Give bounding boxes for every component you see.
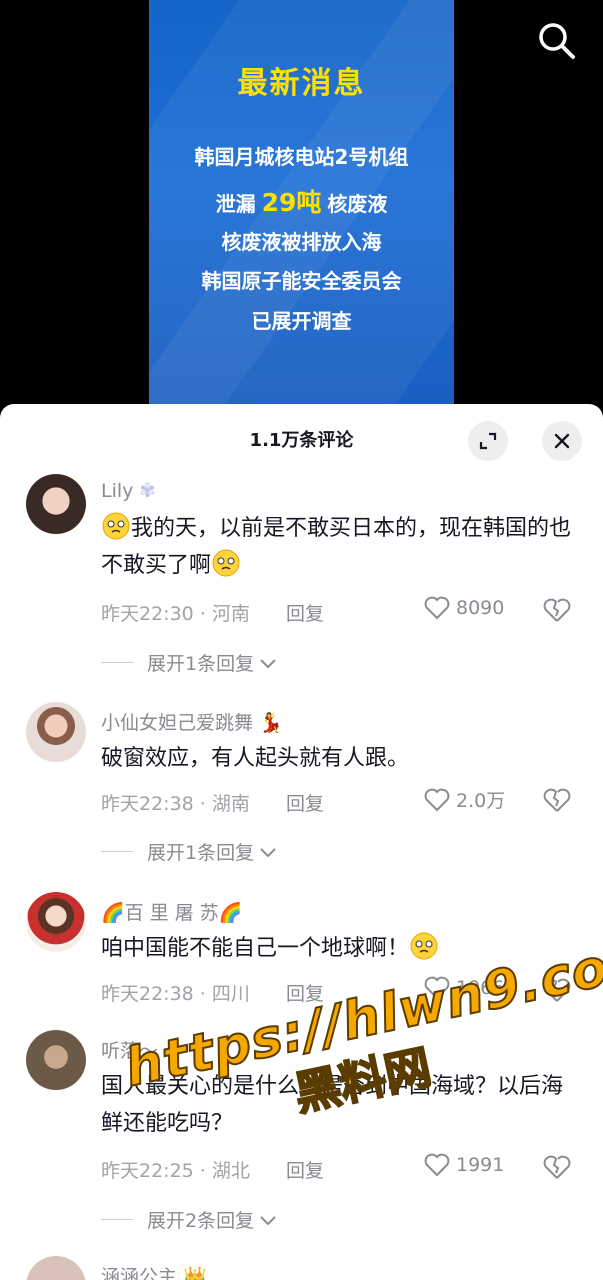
reply-button[interactable]: 回复 — [286, 599, 324, 626]
chevron-down-icon — [260, 847, 276, 857]
avatar[interactable] — [26, 1030, 86, 1090]
expand-replies[interactable]: 展开1条回复 — [101, 838, 278, 865]
comment-text: 国人最关心的是什么？是否到中国海域？以后海鲜还能吃吗？ — [101, 1074, 564, 1136]
news-line: 韩国月城核电站2号机组 — [194, 145, 409, 169]
news-card: 最新消息 韩国月城核电站2号机组 泄漏 29吨 核废液 核废液被排放入海 韩国原子能… — [149, 0, 454, 410]
news-line-leak: 泄漏 29吨 核废液 — [149, 183, 454, 219]
leak-suffix: 核废液 — [327, 192, 388, 216]
like-button[interactable]: 1991 — [424, 1153, 504, 1177]
comment-meta: 昨天22:25 · 湖北 — [101, 1160, 250, 1182]
reply-button[interactable]: 回复 — [286, 789, 324, 816]
teary-face-emoji-icon — [212, 549, 240, 577]
comment-text: 我的天，以前是不敢买日本的，现在韩国的也不敢买了啊 — [101, 510, 571, 584]
broken-heart-icon[interactable] — [543, 978, 571, 1004]
username[interactable]: 涵涵公主 👑 — [101, 1262, 207, 1280]
close-button[interactable] — [542, 421, 582, 461]
teary-face-emoji-icon — [410, 932, 438, 960]
comment-sheet: 1.1万条评论 Lily ✾ 我的天，以前是不敢买日本的，现在韩国的也不敢买了啊… — [0, 404, 603, 1280]
chevron-down-icon — [260, 1215, 276, 1225]
leak-prefix: 泄漏 — [215, 192, 256, 216]
heart-icon — [424, 976, 450, 1000]
avatar[interactable] — [26, 892, 86, 952]
broken-heart-icon[interactable] — [543, 598, 571, 624]
username[interactable]: 小仙女妲己爱跳舞 💃 — [101, 708, 283, 735]
heart-icon — [424, 1153, 450, 1177]
close-icon — [554, 433, 570, 449]
like-count: 8090 — [456, 597, 505, 619]
comment-text: 破窗效应，有人起头就有人跟。 — [101, 746, 410, 771]
avatar[interactable] — [26, 702, 86, 762]
teary-face-emoji-icon — [102, 512, 130, 540]
comment-meta: 昨天22:38 · 湖南 — [101, 793, 250, 815]
username[interactable]: 听落～ — [101, 1036, 158, 1063]
heart-icon — [424, 596, 450, 620]
comment-meta: 昨天22:38 · 四川 — [101, 983, 250, 1005]
heart-icon — [424, 788, 450, 811]
expand-button[interactable] — [468, 421, 508, 461]
chevron-down-icon — [260, 658, 276, 668]
comment-meta: 昨天22:30 · 河南 — [101, 603, 250, 625]
username[interactable]: Lily ✾ — [101, 480, 155, 502]
reply-button[interactable]: 回复 — [286, 1156, 324, 1183]
expand-replies[interactable]: 展开2条回复 — [101, 1206, 278, 1233]
video-player[interactable]: 最新消息 韩国月城核电站2号机组 泄漏 29吨 核废液 核废液被排放入海 韩国原子能… — [0, 0, 603, 420]
search-icon[interactable] — [536, 20, 576, 60]
leak-amount: 29吨 — [261, 188, 322, 217]
reply-button[interactable]: 回复 — [286, 979, 324, 1006]
news-line: 核废液被排放入海 — [221, 230, 382, 254]
like-count: 1991 — [456, 1154, 505, 1176]
broken-heart-icon[interactable] — [543, 788, 571, 814]
expand-icon — [479, 432, 497, 450]
comment-count: 1.1万条评论 — [249, 430, 354, 451]
like-button[interactable]: 8090 — [424, 596, 504, 620]
username[interactable]: 🌈百 里 屠 苏🌈 — [101, 898, 242, 925]
news-title: 最新消息 — [237, 66, 366, 101]
avatar[interactable] — [26, 474, 86, 534]
like-count: 1966 — [456, 977, 505, 999]
comment-text: 咱中国能不能自己一个地球啊！ — [101, 930, 571, 967]
avatar[interactable] — [26, 1256, 86, 1280]
news-line: 韩国原子能安全委员会 — [201, 269, 402, 293]
like-button[interactable]: 1966 — [424, 976, 504, 1000]
like-button[interactable]: 2.0万 — [424, 786, 505, 813]
like-count: 2.0万 — [456, 790, 506, 812]
expand-replies[interactable]: 展开1条回复 — [101, 649, 278, 676]
sheet-header: 1.1万条评论 — [0, 404, 603, 474]
news-line: 已展开调查 — [251, 309, 352, 333]
broken-heart-icon[interactable] — [543, 1155, 571, 1181]
